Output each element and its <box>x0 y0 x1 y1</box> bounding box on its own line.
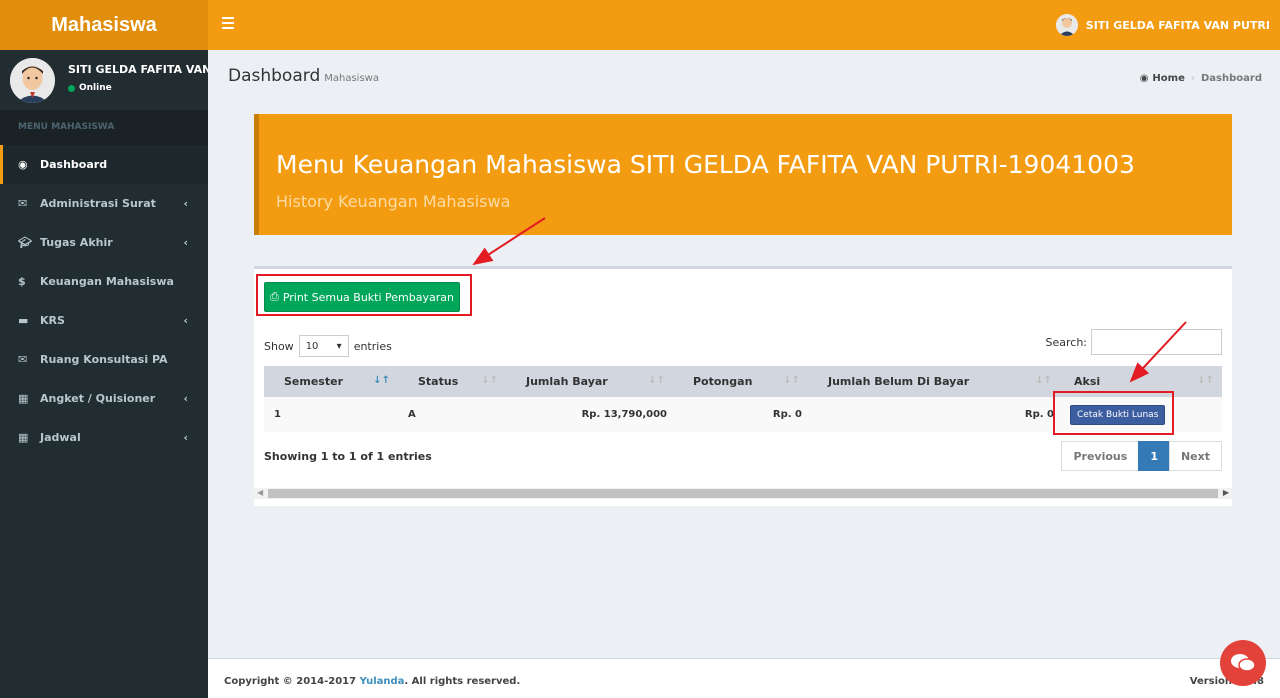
header-user-name: SITI GELDA FAFITA VAN PUTRI <box>1085 18 1270 32</box>
breadcrumb-home[interactable]: Home <box>1152 73 1184 84</box>
avatar <box>10 58 55 103</box>
sidebar-item-label: Administrasi Surat <box>40 197 156 210</box>
cell-jumlah-bayar: Rp. 13,790,000 <box>506 397 673 432</box>
sort-asc-icon: ↓↑ <box>373 375 390 386</box>
pagination-next[interactable]: Next <box>1168 441 1222 471</box>
sort-icon: ↓↑ <box>648 375 665 386</box>
envelope-icon: ✉ <box>18 353 28 366</box>
sidebar-item-label: Ruang Konsultasi PA <box>40 353 168 366</box>
pagination-page[interactable]: 1 <box>1138 441 1170 471</box>
search-input[interactable] <box>1091 329 1222 355</box>
pagination-previous[interactable]: Previous <box>1061 441 1140 471</box>
chat-bubble-icon[interactable] <box>1220 640 1266 686</box>
sort-icon: ↓↑ <box>783 375 800 386</box>
scrollbar-thumb[interactable] <box>268 489 1218 498</box>
cell-belum-bayar: Rp. 0 <box>808 397 1060 432</box>
annotation-highlight-box <box>1053 391 1174 435</box>
column-header-jumlah-bayar[interactable]: Jumlah Bayar ↓↑ <box>506 366 673 397</box>
cell-status: A <box>398 397 506 432</box>
sidebar-item-tugas-akhir[interactable]: 🎓︎ Tugas Akhir ‹ <box>0 223 208 262</box>
footer: Copyright © 2014-2017 Yulanda. All right… <box>208 658 1280 698</box>
breadcrumb-current: Dashboard <box>1201 73 1262 84</box>
entries-length: Show 10 ▾ entries <box>264 335 392 357</box>
sidebar-item-label: Tugas Akhir <box>40 236 113 249</box>
sidebar-item-administrasi-surat[interactable]: ✉ Administrasi Surat ‹ <box>0 184 208 223</box>
column-header-potongan[interactable]: Potongan ↓↑ <box>673 366 808 397</box>
column-header-semester[interactable]: Semester ↓↑ <box>264 366 398 397</box>
envelope-icon: ✉ <box>18 197 28 210</box>
chevron-left-icon: ‹ <box>183 314 188 327</box>
sidebar: SITI GELDA FAFITA VAN PUTRI Online MENU … <box>0 50 208 698</box>
table-icon: ▦ <box>18 392 29 405</box>
sidebar-user-name: SITI GELDA FAFITA VAN PUTRI <box>68 63 208 76</box>
calendar-icon: ▦ <box>18 431 29 444</box>
sidebar-item-dashboard[interactable]: ◉ Dashboard <box>0 145 208 184</box>
sort-icon: ↓↑ <box>1197 375 1214 386</box>
chevron-left-icon: ‹ <box>183 236 188 249</box>
sort-icon: ↓↑ <box>1035 375 1052 386</box>
breadcrumb: ◉ Home › Dashboard <box>1140 73 1262 84</box>
sidebar-item-keuangan-mahasiswa[interactable]: $ Keuangan Mahasiswa <box>0 262 208 301</box>
online-dot-icon <box>68 84 75 92</box>
company-link[interactable]: Yulanda <box>360 676 405 687</box>
chevron-left-icon: ‹ <box>183 431 188 444</box>
column-header-status[interactable]: Status ↓↑ <box>398 366 506 397</box>
dollar-icon: $ <box>18 275 26 288</box>
horizontal-scrollbar[interactable]: ◀ ▶ <box>254 488 1232 499</box>
callout-title: Menu Keuangan Mahasiswa SITI GELDA FAFIT… <box>276 150 1135 179</box>
entries-select[interactable]: 10 ▾ <box>298 335 349 357</box>
copyright: Copyright © 2014-2017 Yulanda. All right… <box>224 676 521 687</box>
folder-icon: ▬ <box>18 314 29 327</box>
user-menu[interactable]: SITI GELDA FAFITA VAN PUTRI <box>1055 0 1270 50</box>
sidebar-item-label: Jadwal <box>40 431 81 444</box>
sort-icon: ↓↑ <box>481 375 498 386</box>
status-badge: Online <box>68 83 112 93</box>
dashboard-icon: ◉ <box>18 158 28 171</box>
app-logo-text: Mahasiswa <box>51 13 157 36</box>
user-panel: SITI GELDA FAFITA VAN PUTRI Online <box>0 50 208 110</box>
callout-subtitle: History Keuangan Mahasiswa <box>276 192 511 211</box>
app-logo[interactable]: Mahasiswa <box>0 0 208 50</box>
top-navbar: SITI GELDA FAFITA VAN PUTRI <box>208 0 1280 50</box>
cell-semester: 1 <box>264 397 398 432</box>
scroll-left-icon[interactable]: ◀ <box>257 488 263 497</box>
search-box: Search: <box>1046 329 1222 355</box>
page-title: Dashboard Mahasiswa <box>228 66 379 86</box>
breadcrumb-separator: › <box>1190 73 1195 84</box>
page-title-text: Dashboard <box>228 66 321 86</box>
sidebar-item-jadwal[interactable]: ▦ Jadwal ‹ <box>0 418 208 457</box>
pagination: Previous 1 Next <box>1061 441 1222 471</box>
sidebar-item-label: Dashboard <box>40 158 108 171</box>
sidebar-item-label: Angket / Quisioner <box>40 392 156 405</box>
avatar <box>1055 14 1078 36</box>
page-subtitle: Mahasiswa <box>324 73 379 84</box>
callout-banner: Menu Keuangan Mahasiswa SITI GELDA FAFIT… <box>254 114 1232 235</box>
sidebar-item-label: Keuangan Mahasiswa <box>40 275 174 288</box>
column-header-jumlah-belum-bayar[interactable]: Jumlah Belum Di Bayar ↓↑ <box>808 366 1060 397</box>
sidebar-item-label: KRS <box>40 314 65 327</box>
chevron-left-icon: ‹ <box>183 392 188 405</box>
dashboard-icon: ◉ <box>1139 73 1149 84</box>
menu-header: MENU MAHASISWA <box>0 110 208 145</box>
sidebar-item-krs[interactable]: ▬ KRS ‹ <box>0 301 208 340</box>
cell-potongan: Rp. 0 <box>673 397 808 432</box>
annotation-highlight-box <box>256 274 472 316</box>
scroll-right-icon[interactable]: ▶ <box>1223 488 1229 497</box>
chevron-down-icon: ▾ <box>336 340 342 352</box>
sidebar-item-ruang-konsultasi-pa[interactable]: ✉ Ruang Konsultasi PA <box>0 340 208 379</box>
table-info: Showing 1 to 1 of 1 entries <box>264 450 432 463</box>
graduation-cap-icon: 🎓︎ <box>18 236 32 249</box>
menu-toggle-icon[interactable] <box>222 17 234 31</box>
payment-history-box: ⎙ Print Semua Bukti Pembayaran Show 10 ▾ … <box>254 266 1232 506</box>
chevron-left-icon: ‹ <box>183 197 188 210</box>
sidebar-item-angket-quisioner[interactable]: ▦ Angket / Quisioner ‹ <box>0 379 208 418</box>
